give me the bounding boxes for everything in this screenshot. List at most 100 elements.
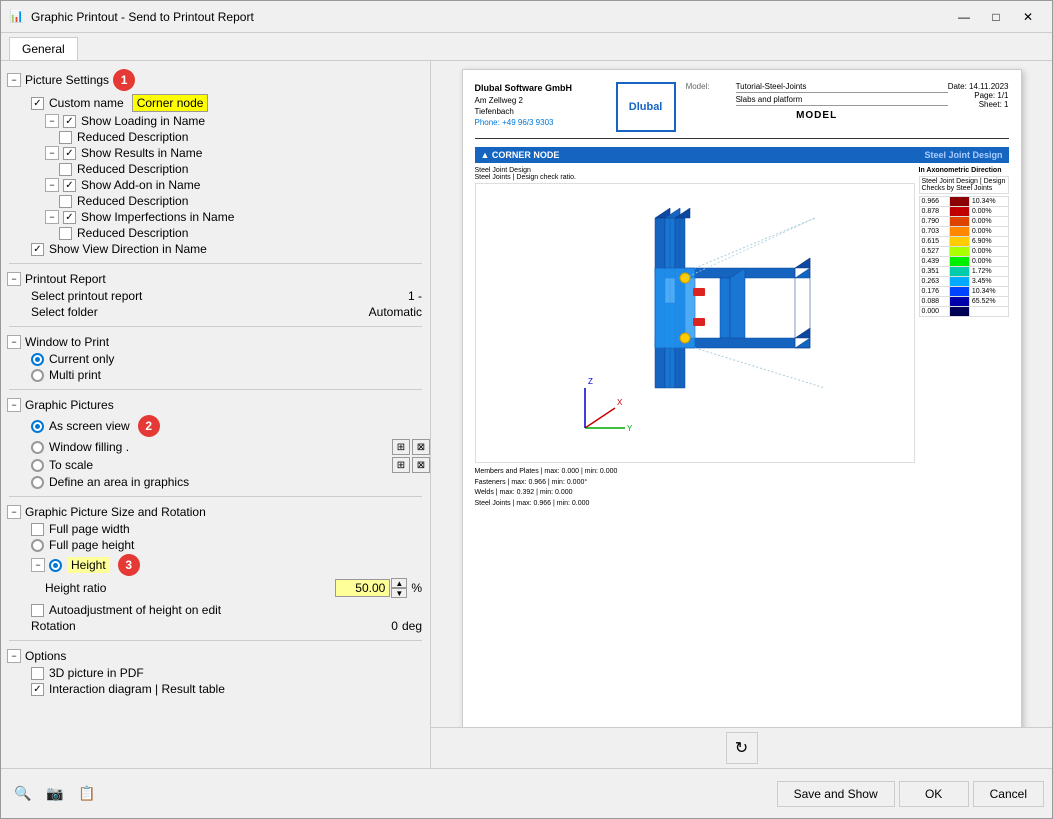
company-city: Tiefenbach [475, 106, 606, 117]
show-addon-collapse[interactable]: − [45, 178, 59, 192]
printout-label: Printout Report [25, 272, 106, 286]
window-filling-label: Window filling . [49, 440, 129, 454]
picture-settings-header[interactable]: − Picture Settings 1 [1, 67, 430, 93]
reduced-desc-3-checkbox[interactable] [59, 195, 72, 208]
height-ratio-up[interactable]: ▲ [391, 578, 407, 588]
autoadjustment-checkbox[interactable] [31, 604, 44, 617]
scale-btn-1[interactable]: ⊞ [392, 439, 410, 455]
show-loading-checkbox[interactable] [63, 115, 76, 128]
window-filling-row: Window filling . ⊞ ⊠ [1, 438, 430, 456]
search-tool-button[interactable]: 🔍 [9, 780, 37, 808]
legend-title1: Steel Joint Design | Design Checks by St… [919, 176, 1009, 194]
picture-3d-row: 3D picture in PDF [1, 665, 430, 681]
current-only-radio[interactable] [31, 353, 44, 366]
window-filling-radio[interactable] [31, 441, 44, 454]
height-row: − Height 3 [1, 553, 430, 577]
as-screen-radio[interactable] [31, 420, 44, 433]
custom-name-checkbox[interactable] [31, 97, 44, 110]
page-info: Date: 14.11.2023 Page: 1/1 Sheet: 1 [948, 82, 1009, 109]
height-radio[interactable] [49, 559, 62, 572]
legend-value: 0.088 [919, 297, 949, 307]
camera-tool-button[interactable]: 📷 [41, 780, 69, 808]
svg-text:X: X [617, 398, 623, 407]
interaction-checkbox[interactable] [31, 683, 44, 696]
printout-collapse[interactable]: − [7, 272, 21, 286]
rotation-value: 0 [391, 619, 398, 633]
show-results-checkbox[interactable] [63, 147, 76, 160]
current-only-label: Current only [49, 352, 114, 366]
legend-row: 0.878 0.00% [919, 207, 1008, 217]
left-scroll[interactable]: − Picture Settings 1 Custom name Corner … [1, 61, 430, 768]
minimize-button[interactable]: — [948, 6, 980, 28]
show-loading-collapse[interactable]: − [45, 114, 59, 128]
caption-1: Members and Plates | max: 0.000 | min: 0… [475, 467, 915, 478]
legend-row: 0.615 6.90% [919, 237, 1008, 247]
tab-general[interactable]: General [9, 37, 78, 60]
options-collapse[interactable]: − [7, 649, 21, 663]
show-view-checkbox[interactable] [31, 243, 44, 256]
legend-row: 0.176 10.34% [919, 287, 1008, 297]
graphic-pictures-header[interactable]: − Graphic Pictures [1, 396, 430, 414]
legend-row: 0.439 0.00% [919, 257, 1008, 267]
legend-value: 0.439 [919, 257, 949, 267]
to-scale-label: To scale [49, 458, 93, 472]
show-results-row: − Show Results in Name [15, 145, 430, 161]
title-bar: 📊 Graphic Printout - Send to Printout Re… [1, 1, 1052, 33]
graphic-size-collapse[interactable]: − [7, 505, 21, 519]
refresh-button[interactable]: ↻ [726, 732, 758, 764]
graphic-size-header[interactable]: − Graphic Picture Size and Rotation [1, 503, 430, 521]
height-ratio-down[interactable]: ▼ [391, 588, 407, 598]
window-to-print-collapse[interactable]: − [7, 335, 21, 349]
height-collapse[interactable]: − [31, 558, 45, 572]
custom-name-value[interactable]: Corner node [132, 94, 209, 112]
show-addon-checkbox[interactable] [63, 179, 76, 192]
picture-settings-collapse[interactable]: − [7, 73, 21, 87]
ok-button[interactable]: OK [899, 781, 969, 807]
graphic-pictures-label: Graphic Pictures [25, 398, 114, 412]
define-area-radio[interactable] [31, 476, 44, 489]
scale-btn-3[interactable]: ⊞ [392, 457, 410, 473]
rotation-unit: deg [402, 619, 422, 633]
options-header[interactable]: − Options [1, 647, 430, 665]
show-imperfections-checkbox[interactable] [63, 211, 76, 224]
report-tool-button[interactable]: 📋 [73, 780, 101, 808]
full-page-width-checkbox[interactable] [31, 523, 44, 536]
window-controls: — □ ✕ [948, 6, 1044, 28]
reduced-desc-1-label: Reduced Description [77, 130, 188, 144]
graphic-pictures-collapse[interactable]: − [7, 398, 21, 412]
legend-percent [969, 307, 1008, 317]
height-ratio-input[interactable]: 50.00 [335, 579, 390, 597]
window-to-print-section: − Window to Print Current only Multi pri… [1, 331, 430, 385]
to-scale-radio[interactable] [31, 459, 44, 472]
legend-row: 0.088 65.52% [919, 297, 1008, 307]
reduced-desc-1-row: Reduced Description [15, 129, 430, 145]
graphic-area: Steel Joint DesignSteel Joints | Design … [475, 167, 1009, 509]
reduced-desc-4-checkbox[interactable] [59, 227, 72, 240]
scale-btn-2[interactable]: ⊠ [412, 439, 430, 455]
show-imperfections-collapse[interactable]: − [45, 210, 59, 224]
select-folder-value: Automatic [369, 305, 430, 319]
full-page-height-radio[interactable] [31, 539, 44, 552]
company-phone: Phone: +49 96/3 9303 [475, 118, 554, 127]
scale-btn-4[interactable]: ⊠ [412, 457, 430, 473]
reduced-desc-1-checkbox[interactable] [59, 131, 72, 144]
close-button[interactable]: ✕ [1012, 6, 1044, 28]
save-show-button[interactable]: Save and Show [777, 781, 895, 807]
picture-3d-checkbox[interactable] [31, 667, 44, 680]
graphic-legend: In Axonometric Direction Steel Joint Des… [919, 167, 1009, 509]
printout-report-header[interactable]: − Printout Report [1, 270, 430, 288]
custom-name-row: Custom name Corner node [1, 93, 430, 113]
window-to-print-header[interactable]: − Window to Print [1, 333, 430, 351]
preview-scroll[interactable]: Dlubal Software GmbH Am Zellweg 2 Tiefen… [431, 61, 1052, 727]
cancel-button[interactable]: Cancel [973, 781, 1044, 807]
legend-color [949, 277, 969, 287]
show-results-collapse[interactable]: − [45, 146, 59, 160]
multi-print-radio[interactable] [31, 369, 44, 382]
beam-svg: X Y Z [555, 188, 835, 458]
reduced-desc-2-checkbox[interactable] [59, 163, 72, 176]
reduced-desc-3-label: Reduced Description [77, 194, 188, 208]
legend-color [949, 237, 969, 247]
legend-percent: 65.52% [969, 297, 1008, 307]
maximize-button[interactable]: □ [980, 6, 1012, 28]
report-header: Dlubal Software GmbH Am Zellweg 2 Tiefen… [475, 82, 1009, 139]
